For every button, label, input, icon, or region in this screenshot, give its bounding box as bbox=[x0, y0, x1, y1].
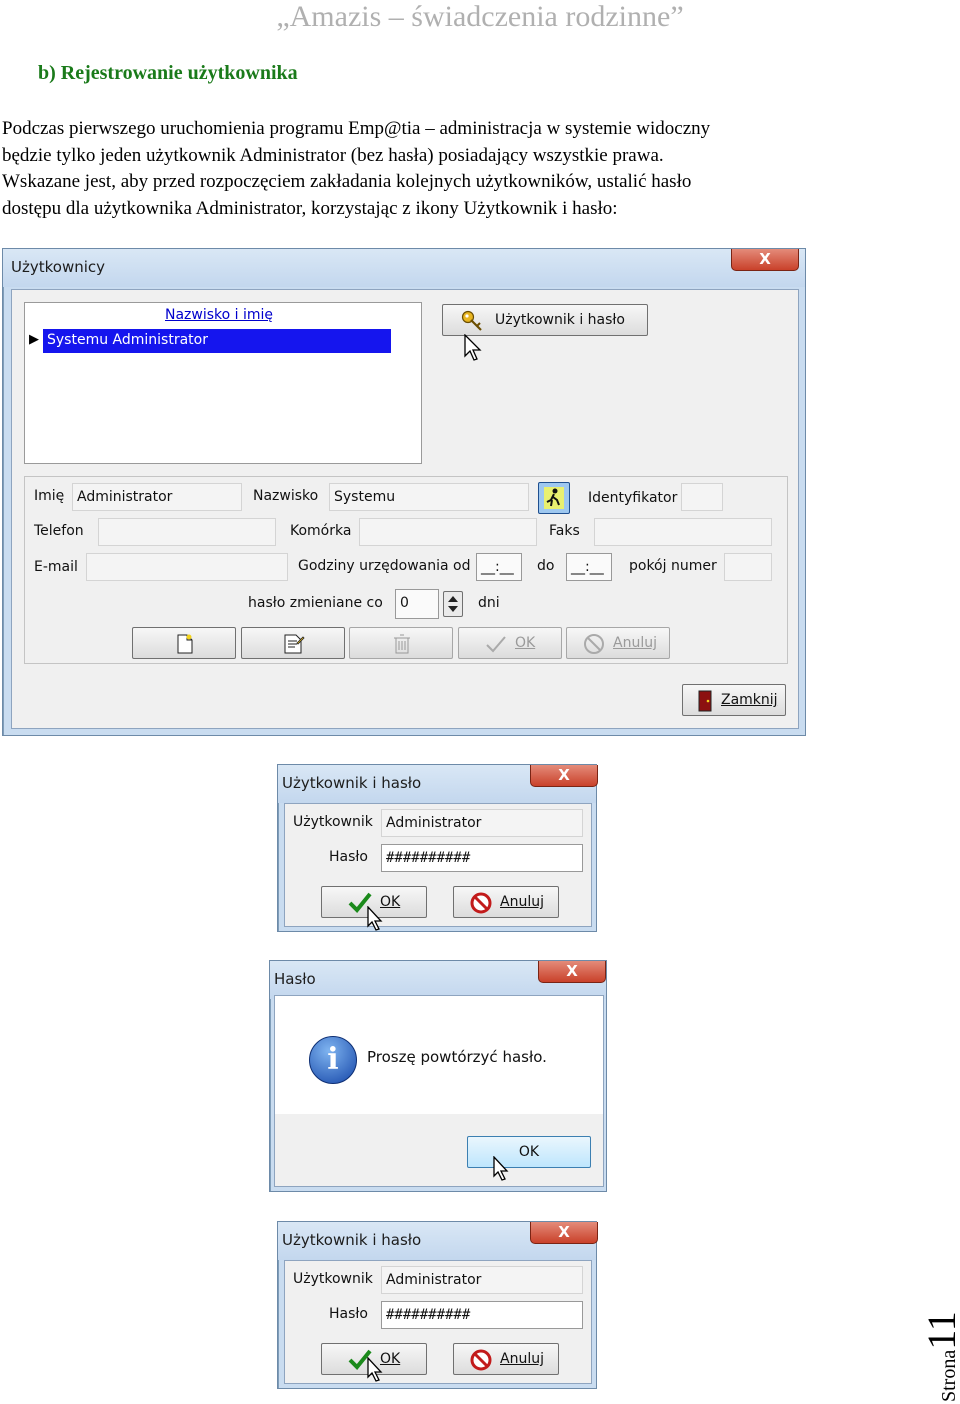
users-window-titlebar bbox=[3, 249, 805, 287]
delete-user-button[interactable] bbox=[349, 627, 453, 659]
intro-paragraph: Podczas pierwszego uruchomienia programu… bbox=[2, 116, 875, 222]
paragraph-line: będzie tylko jeden użytkownik Administra… bbox=[2, 144, 664, 166]
last-name-label: Nazwisko bbox=[253, 488, 319, 504]
email-field[interactable] bbox=[86, 553, 288, 581]
checkmark-icon bbox=[485, 634, 507, 658]
no-entry-icon bbox=[470, 892, 492, 918]
no-entry-icon bbox=[583, 633, 605, 659]
user-field[interactable]: Administrator bbox=[381, 809, 583, 837]
edit-user-button[interactable] bbox=[241, 627, 345, 659]
user-password-dialog: Użytkownik i hasło X Użytkownik Administ… bbox=[277, 1221, 598, 1389]
spinner-arrows-icon bbox=[447, 594, 459, 618]
user-password-dialog: Użytkownik i hasło X Użytkownik Administ… bbox=[277, 764, 598, 932]
user-password-button-label: Użytkownik i hasło bbox=[495, 312, 625, 328]
password-label: Hasło bbox=[329, 849, 368, 865]
dialog-title: Użytkownik i hasło bbox=[282, 1231, 422, 1249]
cancel-button-label: Anuluj bbox=[500, 1351, 544, 1367]
phone-field[interactable] bbox=[98, 518, 276, 546]
running-man-icon bbox=[544, 487, 564, 513]
cancel-button[interactable]: Anuluj bbox=[566, 627, 670, 659]
grid-row-selected[interactable]: Systemu Administrator bbox=[43, 329, 391, 353]
info-icon: i bbox=[309, 1036, 357, 1084]
user-password-button[interactable]: Użytkownik i hasło bbox=[442, 304, 648, 336]
days-label: dni bbox=[478, 595, 500, 611]
user-label: Użytkownik bbox=[293, 814, 373, 830]
identifier-field[interactable] bbox=[681, 483, 723, 511]
row-marker-icon: ▶ bbox=[29, 332, 39, 347]
users-grid: Nazwisko i imię ▶ Systemu Administrator bbox=[24, 302, 422, 464]
office-hours-to-field[interactable]: __:__ bbox=[566, 553, 612, 581]
new-document-icon bbox=[177, 634, 193, 658]
to-label: do bbox=[537, 558, 555, 574]
last-name-field[interactable]: Systemu bbox=[329, 483, 529, 511]
office-hours-from-field[interactable]: __:__ bbox=[476, 553, 522, 581]
phone-label: Telefon bbox=[34, 523, 84, 539]
close-button[interactable]: X bbox=[538, 961, 606, 983]
password-field[interactable]: ########## bbox=[381, 1301, 583, 1329]
trash-icon bbox=[393, 633, 411, 659]
status-toggle-button[interactable] bbox=[538, 482, 570, 514]
document-header: „Amazis – świadczenia rodzinne” bbox=[276, 0, 684, 33]
password-change-label: hasło zmieniane co bbox=[248, 595, 383, 611]
fax-field[interactable] bbox=[594, 518, 772, 546]
password-field[interactable]: ########## bbox=[381, 844, 583, 872]
cancel-button[interactable]: Anuluj bbox=[453, 886, 559, 918]
dialog-client: Użytkownik Administrator Hasło #########… bbox=[284, 1260, 592, 1384]
first-name-label: Imię bbox=[34, 488, 65, 504]
paragraph-line: Podczas pierwszego uruchomienia programu… bbox=[2, 118, 711, 139]
grid-column-header[interactable]: Nazwisko i imię bbox=[165, 307, 273, 323]
user-field[interactable]: Administrator bbox=[381, 1266, 583, 1294]
close-window-button-label: Zamknij bbox=[721, 692, 778, 708]
password-interval-spinner[interactable] bbox=[443, 591, 463, 617]
cancel-button[interactable]: Anuluj bbox=[453, 1343, 559, 1375]
exit-door-icon bbox=[697, 690, 713, 716]
users-window: Użytkownicy X Nazwisko i imię ▶ Systemu … bbox=[2, 248, 806, 736]
office-hours-from-label: Godziny urzędowania od bbox=[298, 558, 471, 574]
users-window-client: Nazwisko i imię ▶ Systemu Administrator … bbox=[11, 289, 799, 729]
no-entry-icon bbox=[470, 1349, 492, 1375]
mobile-field[interactable] bbox=[359, 518, 537, 546]
key-icon bbox=[461, 310, 485, 336]
edit-document-icon bbox=[283, 633, 305, 659]
close-button[interactable]: X bbox=[530, 765, 598, 787]
section-title: b) Rejestrowanie użytkownika bbox=[38, 62, 298, 84]
mobile-label: Komórka bbox=[290, 523, 352, 539]
room-number-field[interactable] bbox=[724, 553, 772, 581]
users-window-title: Użytkownicy bbox=[11, 258, 106, 276]
message-text: Proszę powtórzyć hasło. bbox=[367, 1048, 547, 1066]
close-button[interactable]: X bbox=[731, 249, 799, 271]
page-word: Strona bbox=[938, 1349, 960, 1402]
ok-button[interactable]: OK bbox=[467, 1136, 591, 1168]
paragraph-line: dostępu dla użytkownika Administrator, k… bbox=[2, 197, 618, 219]
dialog-title: Użytkownik i hasło bbox=[282, 774, 422, 792]
password-label: Hasło bbox=[329, 1306, 368, 1322]
cancel-button-label: Anuluj bbox=[500, 894, 544, 910]
ok-button-label: OK bbox=[515, 635, 536, 651]
paragraph-line: Wskazane jest, aby przed rozpoczęciem za… bbox=[2, 171, 692, 192]
cancel-button-label: Anuluj bbox=[613, 635, 657, 651]
dialog-title: Hasło bbox=[274, 970, 316, 988]
email-label: E-mail bbox=[34, 559, 78, 575]
first-name-field[interactable]: Administrator bbox=[72, 483, 242, 511]
user-label: Użytkownik bbox=[293, 1271, 373, 1287]
close-button[interactable]: X bbox=[530, 1222, 598, 1244]
page-number: Strona11 bbox=[918, 1290, 960, 1402]
close-window-button[interactable]: Zamknij bbox=[682, 684, 786, 716]
room-number-label: pokój numer bbox=[629, 558, 717, 574]
password-message-dialog: Hasło X i Proszę powtórzyć hasło. OK bbox=[269, 960, 607, 1192]
dialog-client: i Proszę powtórzyć hasło. OK bbox=[274, 995, 604, 1187]
fax-label: Faks bbox=[549, 523, 580, 539]
identifier-label: Identyfikator bbox=[588, 490, 678, 506]
dialog-client: Użytkownik Administrator Hasło #########… bbox=[284, 803, 592, 931]
password-interval-field[interactable]: 0 bbox=[395, 589, 439, 619]
ok-button[interactable]: OK bbox=[458, 627, 562, 659]
new-user-button[interactable] bbox=[132, 627, 236, 659]
page-digit: 11 bbox=[919, 1311, 960, 1350]
